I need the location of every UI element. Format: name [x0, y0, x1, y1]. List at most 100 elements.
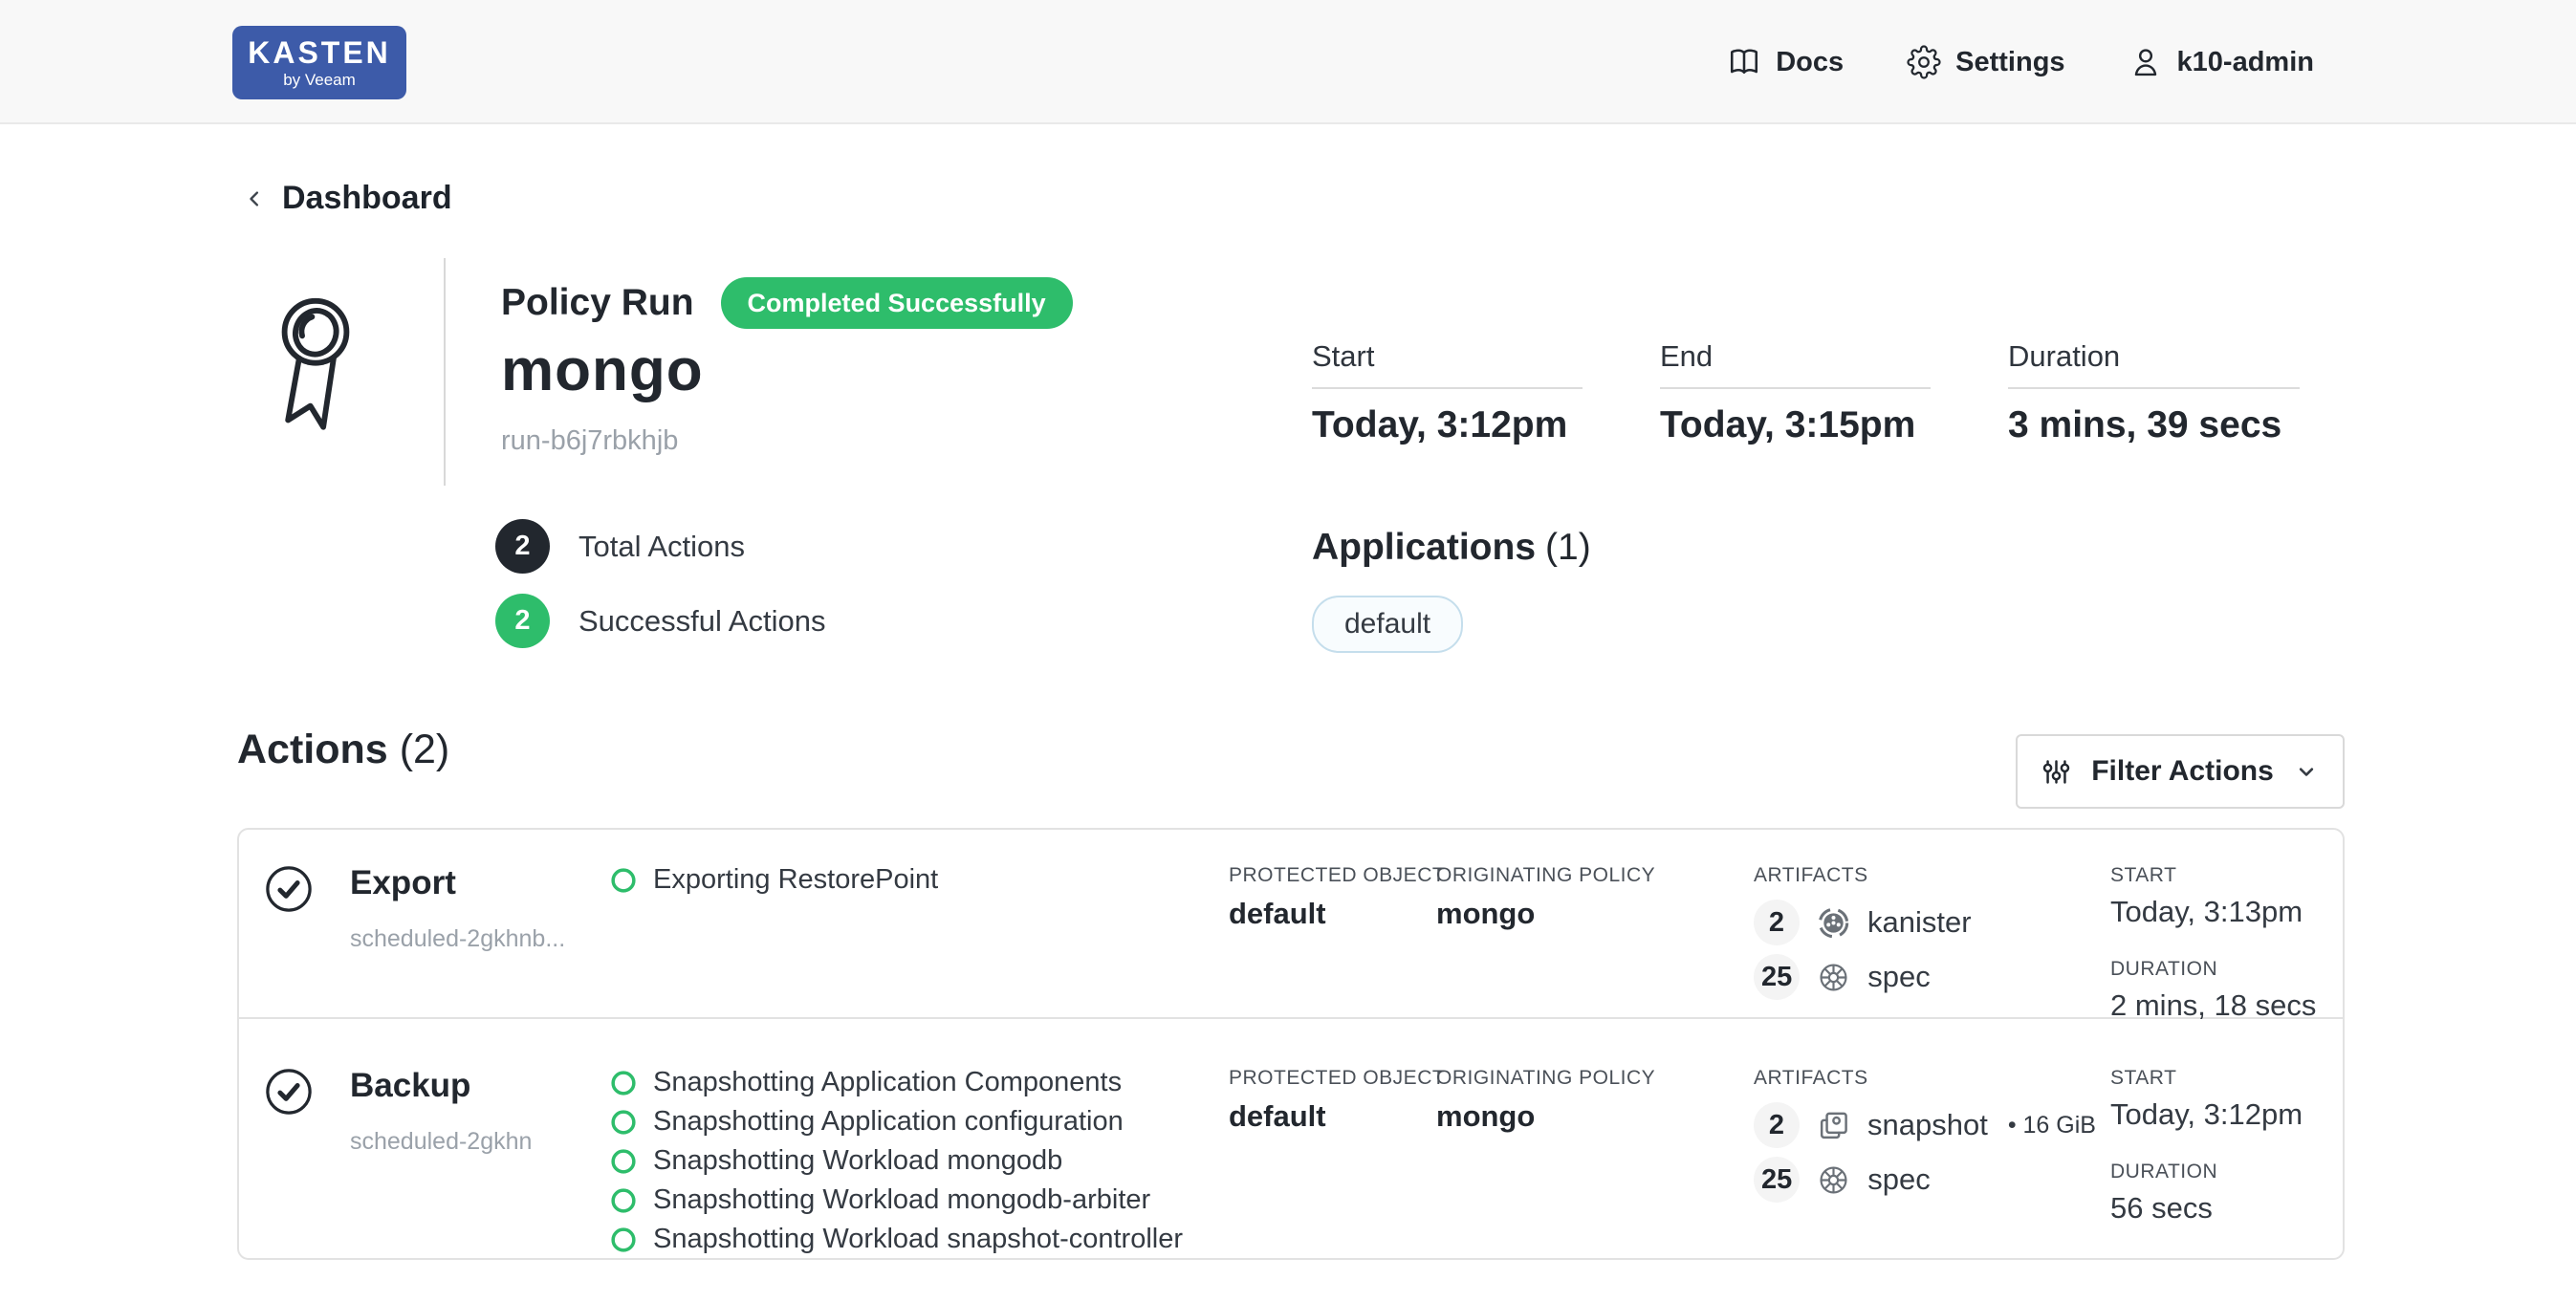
hero-divider: [444, 258, 446, 486]
artifacts-label: ARTIFACTS: [1754, 1067, 2096, 1090]
counter-badge: 2: [495, 519, 550, 574]
artifacts-label: ARTIFACTS: [1754, 864, 1972, 887]
originating-policy-value: mongo: [1436, 1099, 1655, 1134]
nav-item-label: Docs: [1776, 47, 1844, 78]
action-phases: Snapshotting Application Components Snaps…: [610, 1067, 1183, 1255]
action-row-export[interactable]: Exportscheduled-2gkhnb... Exporting Resto…: [239, 830, 2343, 1019]
stat-value: 3 mins, 39 secs: [2008, 404, 2300, 446]
phase-ring-icon: [610, 867, 637, 894]
chevron-left-icon: [241, 185, 268, 212]
phase-item: Snapshotting Workload snapshot-controlle…: [610, 1224, 1183, 1255]
policy-run-name: mongo: [501, 336, 1073, 404]
protected-object-label: PROTECTED OBJECT: [1229, 864, 1445, 887]
phase-item: Snapshotting Application configuration: [610, 1106, 1183, 1138]
artifact-count-badge: 25: [1754, 1157, 1800, 1203]
kubernetes-wheel-icon: [1816, 960, 1851, 995]
run-time-stats: Start Today, 3:12pm End Today, 3:15pm Durati…: [1312, 339, 2300, 446]
action-status-check-circle-icon: [264, 864, 314, 914]
timing-column: STARTToday, 3:12pmDURATION56 secs: [2110, 1067, 2303, 1226]
stat-duration: Duration 3 mins, 39 secs: [2008, 339, 2300, 446]
phase-label: Snapshotting Workload mongodb: [653, 1145, 1062, 1177]
action-status-check-circle-icon: [264, 1067, 314, 1117]
nav-item-k10-admin[interactable]: k10-admin: [2128, 45, 2314, 79]
originating-policy-label: ORIGINATING POLICY: [1436, 864, 1655, 887]
stat-label: Start: [1312, 339, 1583, 389]
filter-actions-label: Filter Actions: [2091, 755, 2274, 788]
originating-policy-column: ORIGINATING POLICYmongo: [1436, 864, 1655, 931]
artifact-item: 2snapshot• 16 GiB: [1754, 1102, 2096, 1148]
stat-label: Duration: [2008, 339, 2300, 389]
artifact-label: kanister: [1867, 905, 1972, 940]
application-tag[interactable]: default: [1312, 596, 1463, 653]
applications-count: (1): [1545, 527, 1591, 568]
phase-item: Snapshotting Application Components: [610, 1067, 1183, 1098]
phase-ring-icon: [610, 1226, 637, 1253]
artifacts-column: ARTIFACTS2kanister25spec: [1754, 864, 1972, 1000]
kasten-logo[interactable]: KASTEN by Veeam: [232, 26, 406, 99]
nav-item-label: Settings: [1955, 47, 2064, 78]
counter-total-actions: 2 Total Actions: [495, 519, 825, 574]
kanister-icon: [1816, 905, 1851, 941]
protected-object-column: PROTECTED OBJECT default: [1229, 864, 1445, 931]
artifact-size-detail: • 16 GiB: [2008, 1112, 2096, 1139]
duration-value: 56 secs: [2110, 1191, 2303, 1226]
action-name: Export: [350, 864, 565, 902]
actions-heading: Actions (2): [237, 727, 449, 773]
action-row-backup[interactable]: Backup scheduled-2gkhn Snapshotting Applic…: [239, 1019, 2343, 1258]
artifacts-list: 2snapshot• 16 GiB25spec: [1754, 1102, 2096, 1203]
nav-item-settings[interactable]: Settings: [1907, 45, 2064, 79]
phase-item: Exporting RestorePoint: [610, 864, 938, 896]
policy-run-ribbon-icon: [264, 271, 367, 458]
breadcrumb-back-dashboard[interactable]: Dashboard: [241, 180, 452, 217]
actions-list: Exportscheduled-2gkhnb... Exporting Resto…: [237, 828, 2345, 1260]
action-id: scheduled-2gkhn: [350, 1128, 532, 1156]
stat-value: Today, 3:12pm: [1312, 404, 1583, 446]
duration-value: 2 mins, 18 secs: [2110, 988, 2316, 1023]
policy-run-id: run-b6j7rbkhjb: [501, 425, 1073, 457]
actions-count: (2): [400, 727, 450, 772]
policy-run-header: Policy Run Completed Successfully mongo …: [501, 277, 1073, 457]
originating-policy-label: ORIGINATING POLICY: [1436, 1067, 1655, 1090]
kubernetes-wheel-icon: [1816, 1162, 1851, 1198]
action-name-column: Exportscheduled-2gkhnb...: [350, 864, 565, 953]
applications-title: Applications: [1312, 527, 1536, 568]
snapshot-icon: [1816, 1108, 1851, 1143]
applications-section: Applications(1) default: [1312, 527, 1591, 653]
phase-ring-icon: [610, 1148, 637, 1175]
phase-label: Snapshotting Workload mongodb-arbiter: [653, 1184, 1150, 1216]
actions-title: Actions: [237, 727, 388, 772]
artifact-count-badge: 2: [1754, 900, 1800, 945]
timing-column: STARTToday, 3:13pmDURATION2 mins, 18 sec…: [2110, 864, 2316, 1023]
protected-object-value: default: [1229, 897, 1445, 931]
counter-label: Total Actions: [579, 530, 745, 564]
stat-start: Start Today, 3:12pm: [1312, 339, 1583, 446]
phase-ring-icon: [610, 1109, 637, 1136]
action-name: Backup: [350, 1067, 532, 1105]
artifact-label: snapshot: [1867, 1108, 1988, 1142]
start-label: START: [2110, 864, 2316, 887]
action-name-column: Backup scheduled-2gkhn: [350, 1067, 532, 1156]
policy-run-page: KASTEN by Veeam Docs Settings k10-admin Da…: [0, 0, 2576, 1302]
status-badge: Completed Successfully: [721, 277, 1073, 329]
phase-label: Snapshotting Application Components: [653, 1067, 1122, 1098]
stat-value: Today, 3:15pm: [1660, 404, 1931, 446]
stat-label: End: [1660, 339, 1931, 389]
protected-object-label: PROTECTED OBJECT: [1229, 1067, 1445, 1090]
protected-object-column: PROTECTED OBJECT default: [1229, 1067, 1445, 1134]
originating-policy-column: ORIGINATING POLICY mongo: [1436, 1067, 1655, 1134]
application-tags: default: [1312, 596, 1591, 653]
logo-text-kasten: KASTEN: [248, 37, 391, 68]
filter-actions-button[interactable]: Filter Actions: [2016, 734, 2345, 809]
phase-ring-icon: [610, 1070, 637, 1096]
policy-run-type-label: Policy Run: [501, 282, 694, 324]
phase-item: Snapshotting Workload mongodb: [610, 1145, 1183, 1177]
counter-successful-actions: 2Successful Actions: [495, 594, 825, 648]
protected-object-value: default: [1229, 1099, 1445, 1134]
duration-label: DURATION: [2110, 958, 2316, 981]
artifacts-list: 2kanister25spec: [1754, 900, 1972, 1000]
chevron-down-icon: [2293, 758, 2320, 785]
nav-item-docs[interactable]: Docs: [1727, 45, 1844, 79]
artifact-label: spec: [1867, 960, 1930, 994]
counter-badge: 2: [495, 594, 550, 648]
stat-end: End Today, 3:15pm: [1660, 339, 1931, 446]
